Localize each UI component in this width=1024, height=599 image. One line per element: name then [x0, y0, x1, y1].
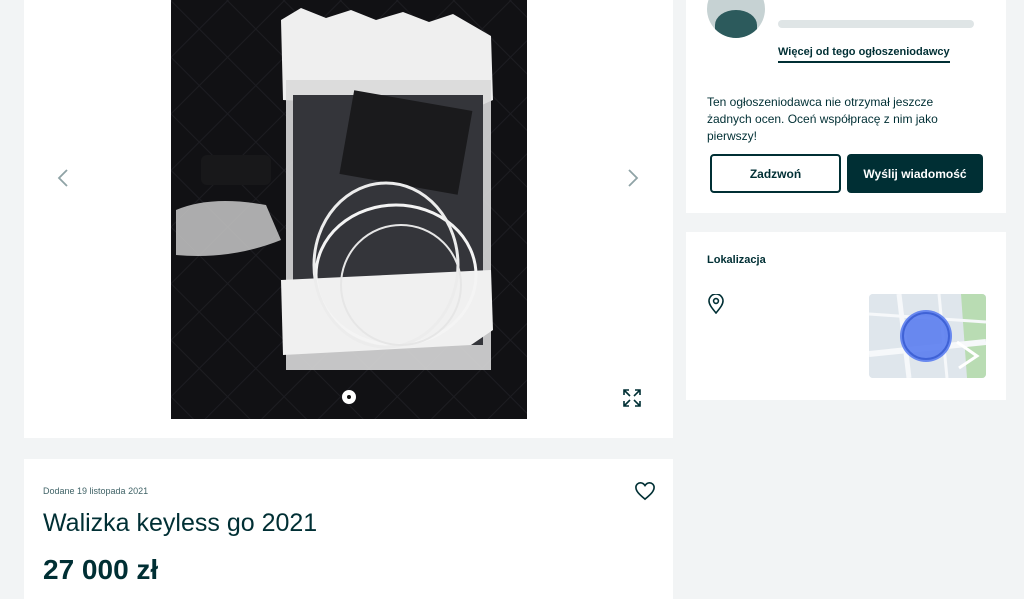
- avatar[interactable]: [707, 0, 765, 38]
- seller-card: Więcej od tego ogłoszeniodawcy Ten ogłos…: [686, 0, 1006, 213]
- heart-icon[interactable]: [634, 481, 656, 501]
- ad-details: Dodane 19 listopada 2021 Walizka keyless…: [24, 459, 673, 599]
- location-card: Lokalizacja: [686, 232, 1006, 400]
- call-button[interactable]: Zadzwoń: [710, 154, 841, 193]
- location-pin-icon: [708, 294, 724, 314]
- chevron-right-icon[interactable]: [620, 166, 644, 190]
- listing-photo[interactable]: [171, 0, 527, 419]
- photo-illustration: [171, 0, 527, 419]
- carousel-indicator-dot[interactable]: [342, 390, 356, 404]
- ad-price: 27 000 zł: [43, 554, 159, 585]
- chevron-left-icon[interactable]: [52, 166, 76, 190]
- more-from-seller-link[interactable]: Więcej od tego ogłoszeniodawcy: [778, 46, 950, 63]
- seller-name-placeholder: [778, 20, 974, 28]
- location-map[interactable]: [869, 294, 986, 378]
- image-gallery: [24, 0, 673, 438]
- ad-title: Walizka keyless go 2021: [43, 509, 318, 537]
- map-illustration: [869, 294, 986, 378]
- rating-note: Ten ogłoszeniodawca nie otrzymał jeszcze…: [707, 95, 938, 143]
- avatar-silhouette: [715, 10, 757, 38]
- added-date: Dodane 19 listopada 2021: [43, 486, 149, 496]
- fullscreen-icon[interactable]: [620, 386, 644, 410]
- send-message-button[interactable]: Wyślij wiadomość: [847, 154, 983, 193]
- location-title: Lokalizacja: [707, 254, 766, 266]
